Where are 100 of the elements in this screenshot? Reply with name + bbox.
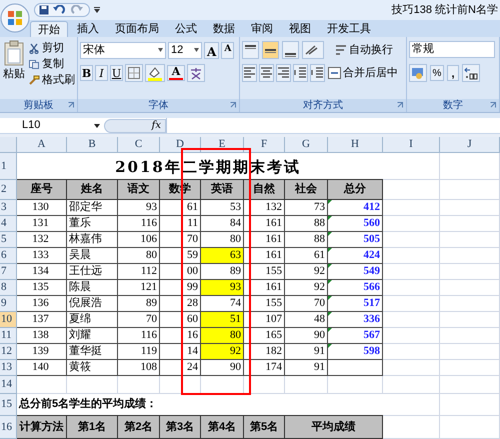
column-header[interactable]: B (67, 137, 118, 153)
increase-decimal-icon[interactable] (462, 64, 480, 82)
error-indicator-icon[interactable] (328, 232, 332, 236)
table-cell: 424 (328, 248, 383, 264)
row-header[interactable]: 9 (0, 296, 17, 312)
row-header[interactable]: 16 (0, 416, 17, 439)
shrink-font-button[interactable]: A (221, 42, 234, 58)
row-header[interactable]: 7 (0, 264, 17, 280)
middle-align-icon[interactable] (262, 41, 279, 59)
font-size-field[interactable]: 12 (168, 42, 202, 58)
save-icon[interactable] (39, 5, 49, 15)
empty-cell[interactable] (328, 360, 383, 376)
row-header[interactable]: 14 (0, 376, 17, 394)
number-format-field[interactable]: 常规 (409, 41, 495, 58)
font-color-button[interactable]: A (167, 65, 185, 81)
error-indicator-icon[interactable] (328, 296, 332, 300)
dialog-launcher-icon[interactable] (490, 102, 496, 108)
name-box[interactable]: L10 (0, 118, 104, 133)
currency-icon[interactable] (409, 64, 427, 82)
dialog-launcher-icon[interactable] (230, 102, 236, 108)
font-name-field[interactable]: 宋体 (80, 42, 166, 58)
ribbon-tab[interactable]: 公式 (168, 21, 204, 37)
error-indicator-icon[interactable] (328, 344, 332, 348)
grow-font-button[interactable]: A (204, 42, 220, 58)
brush-icon (29, 74, 40, 86)
scissors-icon (29, 42, 40, 54)
table-cell: 倪展浩 (67, 296, 118, 312)
row-header[interactable]: 3 (0, 200, 17, 216)
row-header[interactable]: 10 (0, 312, 17, 328)
ribbon-tab[interactable]: 视图 (282, 21, 318, 37)
comma-button[interactable]: , (447, 65, 459, 81)
row-header[interactable]: 6 (0, 248, 17, 264)
error-indicator-icon[interactable] (328, 328, 332, 332)
undo-icon[interactable] (53, 5, 67, 15)
dropdown-icon[interactable] (194, 48, 199, 52)
column-header[interactable]: I (383, 137, 440, 153)
decrease-indent-icon[interactable] (293, 64, 308, 82)
bold-button[interactable]: B (80, 65, 93, 81)
merge-center-button[interactable]: 合并后居中 (328, 64, 398, 82)
function-label[interactable]: fx (152, 118, 161, 133)
ribbon-tab[interactable]: 页面布局 (108, 21, 166, 37)
align-right-icon[interactable] (276, 64, 291, 82)
align-left-icon[interactable] (242, 64, 257, 82)
table-cell: 邵定华 (67, 200, 118, 216)
paste-button[interactable]: 粘贴 (1, 40, 27, 96)
row-header[interactable]: 15 (0, 394, 17, 416)
wrap-text-icon (335, 44, 347, 56)
italic-button[interactable]: I (95, 65, 108, 81)
percent-button[interactable]: % (430, 65, 444, 81)
table-cell: 130 (17, 200, 67, 216)
top-align-icon[interactable] (242, 41, 259, 59)
text-orientation-icon[interactable] (302, 41, 324, 59)
error-indicator-icon[interactable] (328, 280, 332, 284)
row-header[interactable]: 1 (0, 153, 17, 180)
error-indicator-icon[interactable] (328, 216, 332, 220)
column-header[interactable]: A (17, 137, 67, 153)
column-header[interactable]: D (160, 137, 201, 153)
row-header[interactable]: 2 (0, 180, 17, 200)
align-center-icon[interactable] (259, 64, 274, 82)
fill-color-icon[interactable] (145, 64, 165, 82)
error-indicator-icon[interactable] (328, 264, 332, 268)
ribbon-tab[interactable]: 审阅 (244, 21, 280, 37)
ribbon-tab[interactable]: 数据 (206, 21, 242, 37)
clipboard-button[interactable]: 剪切 (29, 40, 64, 56)
underline-button[interactable]: U (110, 65, 123, 81)
error-indicator-icon[interactable] (328, 312, 332, 316)
row-header[interactable]: 8 (0, 280, 17, 296)
dropdown-icon[interactable] (93, 6, 101, 14)
borders-icon[interactable] (125, 64, 143, 82)
ribbon-tab[interactable]: 开发工具 (320, 21, 378, 37)
dialog-launcher-icon[interactable] (397, 102, 403, 108)
column-header[interactable]: F (244, 137, 285, 153)
error-indicator-icon[interactable] (328, 248, 332, 252)
select-all-corner[interactable] (0, 137, 17, 153)
dropdown-icon[interactable] (158, 48, 163, 52)
increase-indent-icon[interactable] (310, 64, 325, 82)
table-cell: 132 (17, 232, 67, 248)
ribbon-tab[interactable]: 开始 (30, 21, 68, 37)
clipboard-button[interactable]: 格式刷 (29, 72, 75, 88)
bottom-align-icon[interactable] (282, 41, 299, 59)
row-header[interactable]: 12 (0, 344, 17, 360)
dialog-launcher-icon[interactable] (68, 102, 74, 108)
row-header[interactable]: 5 (0, 232, 17, 248)
error-indicator-icon[interactable] (328, 200, 332, 204)
column-header[interactable]: J (440, 137, 500, 153)
table-cell: 11 (160, 216, 201, 232)
table-cell: 155 (244, 264, 285, 280)
column-header[interactable]: G (285, 137, 328, 153)
table-cell: 93 (201, 280, 244, 296)
row-header[interactable]: 4 (0, 216, 17, 232)
clipboard-button[interactable]: 复制 (29, 56, 64, 72)
wrap-text-button[interactable]: 自动换行 (335, 42, 393, 58)
column-header[interactable]: H (328, 137, 383, 153)
column-header[interactable]: C (118, 137, 160, 153)
row-header[interactable]: 13 (0, 360, 17, 376)
dropdown-icon[interactable] (94, 124, 100, 128)
row-header[interactable]: 11 (0, 328, 17, 344)
column-heading: 第4名 (201, 416, 244, 439)
table-cell: 92 (201, 344, 244, 360)
ribbon-tab[interactable]: 插入 (70, 21, 106, 37)
